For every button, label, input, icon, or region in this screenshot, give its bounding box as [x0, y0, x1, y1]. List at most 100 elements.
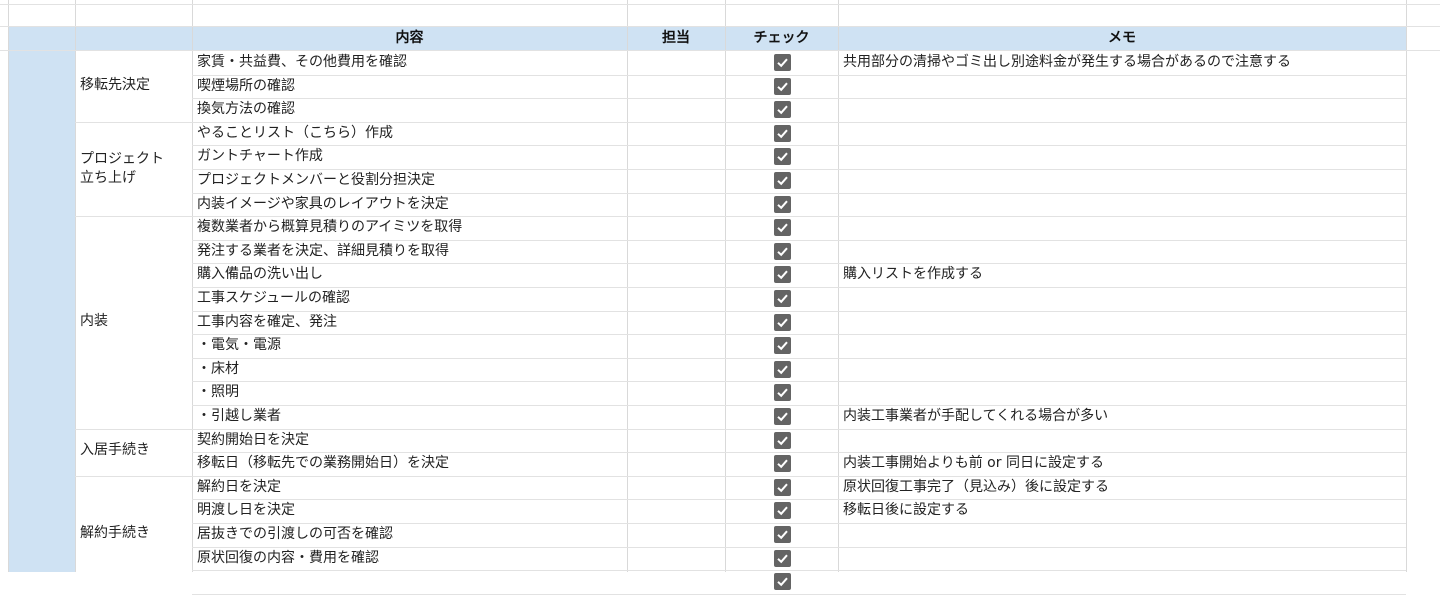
header-memo[interactable]: メモ: [838, 27, 1406, 50]
grid-line: [75, 216, 192, 217]
checkbox[interactable]: [774, 573, 791, 590]
task-cell[interactable]: 家賃・共益費、その他費用を確認: [197, 51, 407, 74]
checkbox[interactable]: [774, 243, 791, 260]
category-move-in[interactable]: 入居手続き: [80, 441, 150, 460]
checkbox[interactable]: [774, 172, 791, 189]
task-cell[interactable]: ・床材: [197, 358, 239, 381]
task-cell[interactable]: やることリスト（こちら）作成: [197, 122, 393, 145]
row-header-band: [9, 27, 75, 572]
checkmark-icon: [777, 318, 788, 328]
checkbox[interactable]: [774, 550, 791, 567]
grid-line: [192, 287, 1406, 288]
category-interior[interactable]: 内装: [80, 312, 108, 331]
task-cell[interactable]: 解約日を決定: [197, 476, 281, 499]
memo-cell[interactable]: 内装工事開始よりも前 or 同日に設定する: [843, 452, 1104, 475]
memo-cell[interactable]: 原状回復工事完了（見込み）後に設定する: [843, 476, 1109, 499]
checkmark-icon: [777, 577, 788, 587]
checkbox[interactable]: [774, 384, 791, 401]
grid-line: [627, 0, 628, 572]
task-cell[interactable]: ・電気・電源: [197, 334, 281, 357]
task-cell[interactable]: 移転日（移転先での業務開始日）を決定: [197, 452, 449, 475]
checkbox[interactable]: [774, 502, 791, 519]
task-cell[interactable]: ガントチャート作成: [197, 145, 323, 168]
checkmark-icon: [777, 506, 788, 516]
checkmark-icon: [777, 270, 788, 280]
task-cell[interactable]: 原状回復の内容・費用を確認: [197, 547, 379, 570]
checkmark-icon: [777, 365, 788, 375]
grid-line: [1406, 0, 1407, 572]
grid-line: [192, 405, 1406, 406]
header-content[interactable]: 内容: [192, 27, 627, 50]
task-cell[interactable]: 工事スケジュールの確認: [197, 287, 350, 310]
grid-line: [192, 98, 1406, 99]
checkbox[interactable]: [774, 266, 791, 283]
task-cell[interactable]: ・引越し業者: [197, 405, 281, 428]
checkmark-icon: [777, 105, 788, 115]
grid-line: [192, 0, 193, 572]
category-cancellation[interactable]: 解約手続き: [80, 524, 150, 543]
checkmark-icon: [777, 58, 788, 68]
grid-line: [8, 0, 9, 572]
grid-line: [75, 122, 192, 123]
checkbox[interactable]: [774, 479, 791, 496]
task-cell[interactable]: ・照明: [197, 381, 239, 404]
memo-cell[interactable]: 移転日後に設定する: [843, 499, 969, 522]
header-assignee[interactable]: 担当: [627, 27, 725, 50]
checkbox[interactable]: [774, 337, 791, 354]
checkmark-icon: [777, 388, 788, 398]
category-project-launch[interactable]: プロジェクト 立ち上げ: [80, 150, 164, 188]
task-cell[interactable]: 複数業者から概算見積りのアイミツを取得: [197, 216, 462, 239]
checkbox[interactable]: [774, 125, 791, 142]
checkbox[interactable]: [774, 148, 791, 165]
grid-line: [192, 381, 1406, 382]
grid-line: [75, 0, 76, 572]
checkbox[interactable]: [774, 408, 791, 425]
checkmark-icon: [777, 530, 788, 540]
grid-line: [192, 311, 1406, 312]
task-cell[interactable]: 換気方法の確認: [197, 98, 295, 121]
checkbox[interactable]: [774, 314, 791, 331]
checkmark-icon: [777, 436, 788, 446]
task-cell[interactable]: プロジェクトメンバーと役割分担決定: [197, 169, 435, 192]
task-cell[interactable]: 発注する業者を決定、詳細見積りを取得: [197, 240, 449, 263]
grid-line: [838, 0, 839, 572]
checkbox[interactable]: [774, 526, 791, 543]
task-cell[interactable]: 明渡し日を決定: [197, 499, 295, 522]
checkbox[interactable]: [774, 361, 791, 378]
checkmark-icon: [777, 247, 788, 257]
checkmark-icon: [777, 412, 788, 422]
checkmark-icon: [777, 554, 788, 564]
memo-cell[interactable]: 内装工事業者が手配してくれる場合が多い: [843, 405, 1108, 428]
memo-cell[interactable]: 共用部分の清掃やゴミ出し別途料金が発生する場合があるので注意する: [843, 51, 1291, 74]
header-check[interactable]: チェック: [725, 27, 838, 50]
grid-line: [75, 429, 192, 430]
task-cell[interactable]: 工事内容を確定、発注: [197, 311, 337, 334]
task-cell[interactable]: 居抜きでの引渡しの可否を確認: [197, 523, 393, 546]
memo-cell[interactable]: 購入リストを作成する: [843, 263, 983, 286]
task-cell[interactable]: 購入備品の洗い出し: [197, 263, 323, 286]
checkmark-icon: [777, 152, 788, 162]
checkmark-icon: [777, 294, 788, 304]
grid-line: [192, 75, 1406, 76]
task-cell[interactable]: 契約開始日を決定: [197, 429, 309, 452]
category-moving-destination[interactable]: 移転先決定: [80, 76, 150, 95]
checkbox[interactable]: [774, 219, 791, 236]
checkmark-icon: [777, 82, 788, 92]
grid-line: [725, 0, 726, 572]
grid-line: [192, 429, 1406, 430]
checkbox[interactable]: [774, 54, 791, 71]
checkmark-icon: [777, 341, 788, 351]
grid-line: [192, 263, 1406, 264]
checkbox[interactable]: [774, 290, 791, 307]
checkbox[interactable]: [774, 101, 791, 118]
task-cell[interactable]: 内装イメージや家具のレイアウトを決定: [197, 193, 449, 216]
checkmark-icon: [777, 200, 788, 210]
task-cell[interactable]: 喫煙場所の確認: [197, 75, 295, 98]
checkmark-icon: [777, 223, 788, 233]
checkbox[interactable]: [774, 78, 791, 95]
checkbox[interactable]: [774, 455, 791, 472]
grid-line: [192, 358, 1406, 359]
checkbox[interactable]: [774, 432, 791, 449]
checkmark-icon: [777, 459, 788, 469]
checkbox[interactable]: [774, 196, 791, 213]
